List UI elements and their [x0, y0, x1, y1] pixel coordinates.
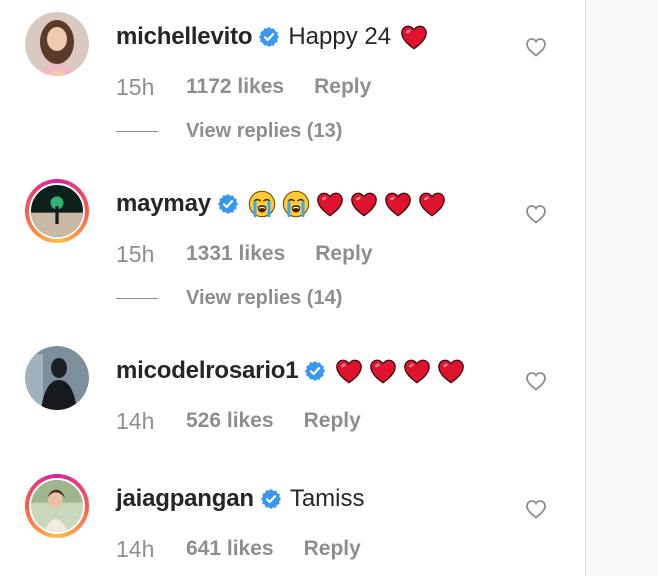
reply-button[interactable]: Reply — [304, 409, 361, 433]
comment-body: micodelrosario1 — [116, 354, 466, 388]
like-heart-icon[interactable] — [524, 369, 548, 393]
username-link[interactable]: micodelrosario1 — [116, 357, 299, 385]
red-heart-icon — [399, 22, 429, 52]
red-heart-icon — [368, 356, 398, 386]
view-replies-divider — [116, 130, 158, 132]
comment-meta: 14h 641 likes Reply — [116, 534, 361, 564]
comment-body: michellevito Happy 24 — [116, 20, 429, 54]
comment-meta: 15h 1331 likes Reply — [116, 239, 372, 269]
reply-button[interactable]: Reply — [315, 242, 372, 266]
like-heart-icon[interactable] — [524, 35, 548, 59]
verified-badge-icon — [260, 488, 282, 510]
verified-badge-icon — [304, 360, 326, 382]
story-ring — [25, 179, 89, 243]
view-replies-divider — [116, 297, 158, 299]
red-heart-icon — [417, 189, 447, 219]
side-panel — [585, 0, 658, 576]
loudly-crying-face-icon — [247, 189, 277, 219]
loudly-crying-face-icon — [281, 189, 311, 219]
avatar[interactable] — [25, 474, 89, 538]
comment-emojis — [399, 22, 429, 52]
verified-badge-icon — [217, 193, 239, 215]
comment-timestamp: 15h — [116, 73, 155, 100]
red-heart-icon — [349, 189, 379, 219]
avatar[interactable] — [25, 179, 89, 243]
like-heart-icon[interactable] — [524, 497, 548, 521]
reply-button[interactable]: Reply — [314, 75, 371, 99]
red-heart-icon — [436, 356, 466, 386]
username-link[interactable]: michellevito — [116, 23, 253, 51]
verified-badge-icon — [258, 26, 280, 48]
comment-timestamp: 14h — [116, 535, 155, 562]
red-heart-icon — [315, 189, 345, 219]
likes-count[interactable]: 526 likes — [186, 409, 274, 433]
story-ring — [25, 474, 89, 538]
comment-timestamp: 15h — [116, 240, 155, 267]
red-heart-icon — [402, 356, 432, 386]
avatar-image — [25, 346, 89, 410]
likes-count[interactable]: 641 likes — [186, 537, 274, 561]
view-replies-label: View replies (13) — [186, 119, 343, 142]
comment-body: jaiagpangan Tamiss — [116, 482, 365, 516]
comment-text: Happy 24 — [288, 23, 392, 50]
comment-emojis — [247, 189, 447, 219]
comment-text: Tamiss — [289, 485, 365, 512]
username-link[interactable]: jaiagpangan — [116, 485, 254, 513]
avatar-image — [25, 12, 89, 76]
comment-emojis — [334, 356, 466, 386]
reply-button[interactable]: Reply — [304, 537, 361, 561]
avatar-image — [29, 183, 85, 239]
username-link[interactable]: maymay — [116, 190, 211, 218]
avatar-image — [29, 478, 85, 534]
comment-meta: 14h 526 likes Reply — [116, 406, 361, 436]
like-heart-icon[interactable] — [524, 202, 548, 226]
comment-timestamp: 14h — [116, 407, 155, 434]
view-replies-button[interactable]: View replies (14) — [116, 284, 342, 312]
avatar-frame — [25, 12, 89, 76]
red-heart-icon — [334, 356, 364, 386]
view-replies-button[interactable]: View replies (13) — [116, 117, 342, 145]
avatar[interactable] — [25, 346, 89, 410]
red-heart-icon — [383, 189, 413, 219]
comment-meta: 15h 1172 likes Reply — [116, 72, 371, 102]
avatar[interactable] — [25, 12, 89, 76]
likes-count[interactable]: 1172 likes — [186, 75, 284, 99]
comment-list: michellevito Happy 24 15h 1172 likes Reply Vi… — [0, 0, 585, 576]
avatar-frame — [25, 346, 89, 410]
likes-count[interactable]: 1331 likes — [186, 242, 285, 266]
comment-body: maymay — [116, 187, 447, 221]
view-replies-label: View replies (14) — [186, 286, 343, 309]
